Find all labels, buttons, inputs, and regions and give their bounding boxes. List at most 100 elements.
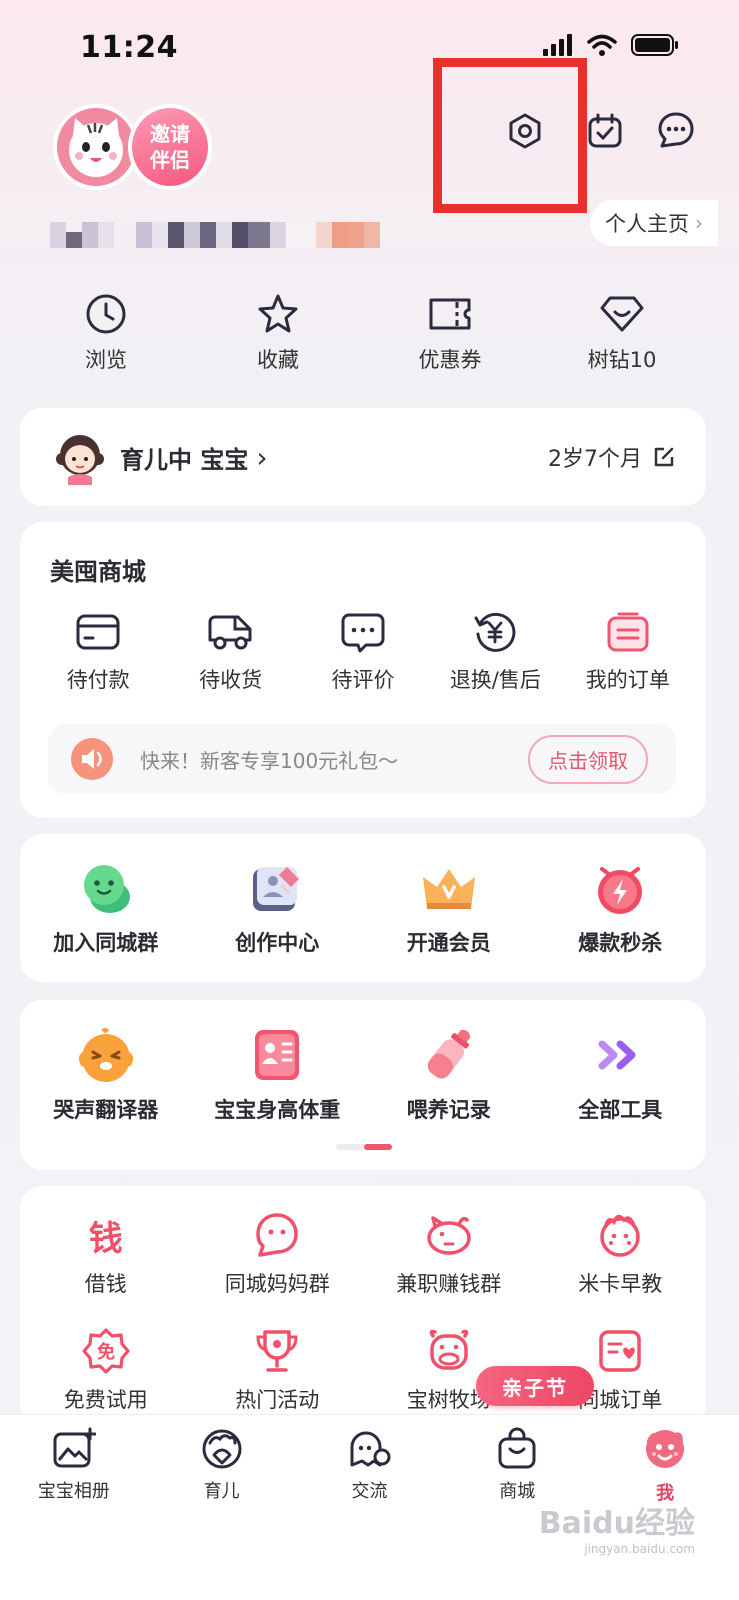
tab-album[interactable]: 宝宝相册 [9,1427,139,1600]
invite-line2: 伴侣 [150,148,190,172]
feature-creator-center[interactable]: 创作中心 [193,859,361,957]
quick-link-label: 浏览 [85,348,127,372]
baby-age-text: 2岁7个月 [548,447,642,472]
shopping-bag-icon [498,1427,536,1469]
order-label: 待付款 [66,668,130,692]
festival-badge[interactable]: 亲子节 [476,1366,594,1406]
svg-text:免: 免 [97,1341,115,1363]
baby-avatar [56,435,104,485]
baby-age[interactable]: 2岁7个月 [548,441,676,473]
cow-icon [429,1329,469,1370]
height-weight-icon [255,1030,300,1080]
piggy-bank-icon [427,1216,471,1255]
clock-icon [86,294,126,334]
highlight-box [433,58,587,213]
feature-label: 开通会员 [406,931,491,955]
claim-button[interactable]: 点击领取 [528,734,648,784]
feature-label: 加入同城群 [53,931,159,955]
service-mom-group[interactable]: 同城妈妈群 [193,1210,361,1298]
trophy-icon [256,1330,298,1372]
service-label: 免费试用 [63,1388,148,1412]
invite-line1: 邀请 [150,122,190,146]
order-pending-payment[interactable]: 待付款 [33,610,163,694]
feature-membership[interactable]: 开通会员 [365,859,533,957]
tool-feeding-log[interactable]: 喂养记录 [365,1024,533,1124]
comment-icon [341,613,385,653]
feature-label: 爆款秒杀 [578,931,663,955]
service-label: 热门活动 [235,1388,320,1412]
watermark: Baidu经验 jingyan.baidu.com [539,1498,695,1556]
order-label: 我的订单 [585,668,670,692]
order-all[interactable]: 我的订单 [563,610,693,694]
tab-label: 商城 [499,1481,536,1502]
create-icon [253,867,300,911]
service-label: 借钱 [84,1272,127,1296]
avatar[interactable] [53,104,139,190]
feature-flash-sale[interactable]: 爆款秒杀 [536,859,704,957]
order-label: 待评价 [331,668,395,692]
service-label: 同城妈妈群 [224,1272,330,1296]
mall-card: 美囤商城 待付款 待收货 待评价 退换/售后 我的订单 快来！新客专享100元礼… [20,522,706,818]
me-icon [646,1430,685,1468]
quick-link-history[interactable]: 浏览 [20,292,192,374]
baby-face-icon [600,1214,640,1257]
calendar-check-icon [588,113,622,148]
free-badge-icon: 免 [82,1328,130,1374]
diamond-icon [600,296,644,332]
tool-label: 哭声翻译器 [53,1098,159,1122]
order-pending-review[interactable]: 待评价 [298,610,428,694]
battery-icon [631,34,678,56]
service-parttime-group[interactable]: 兼职赚钱群 [365,1210,533,1298]
quick-link-label: 树钻10 [587,348,657,372]
tool-label: 宝宝身高体重 [214,1098,341,1122]
order-refund[interactable]: 退换/售后 [430,610,560,694]
quick-link-label: 优惠券 [418,348,482,372]
quick-links: 浏览 收藏 优惠券 树钻10 [20,292,720,374]
tool-all-tools[interactable]: 全部工具 [536,1024,704,1124]
refund-icon [474,612,516,652]
tool-label: 全部工具 [578,1098,663,1122]
service-free-trial[interactable]: 免 免费试用 [22,1326,190,1414]
tool-card: 哭声翻译器 宝宝身高体重 喂养记录 全部工具 [20,1000,706,1170]
local-order-icon [599,1330,641,1372]
tab-parenting[interactable]: 育儿 [157,1427,287,1600]
crown-icon [422,869,475,909]
tool-cry-translator[interactable]: 哭声翻译器 [22,1024,190,1124]
calendar-button[interactable] [580,106,630,156]
baby-status: 育儿中 宝宝 [120,445,249,474]
wifi-icon [587,34,617,56]
money-icon: 钱 [88,1218,123,1259]
messages-button[interactable] [650,104,702,156]
service-label: 米卡早教 [578,1272,663,1296]
quick-link-label: 收藏 [257,348,299,372]
quick-link-diamonds[interactable]: 树钻10 [536,292,708,374]
invite-partner-button[interactable]: 邀请 伴侣 [128,104,212,190]
chat-ghost-icon [350,1431,391,1467]
service-card: 钱 借钱 同城妈妈群 兼职赚钱群 米卡早教 免 免费试用 热门活动 宝树牧场 同… [20,1186,706,1426]
order-pending-receipt[interactable]: 待收货 [166,610,296,694]
order-list-icon [607,612,649,652]
truck-icon [208,615,252,650]
cry-translator-icon [78,1028,133,1082]
tab-community[interactable]: 交流 [304,1427,434,1600]
tool-height-weight[interactable]: 宝宝身高体重 [193,1024,361,1124]
promo-banner[interactable]: 快来！新客专享100元礼包～ 点击领取 [48,724,676,794]
signal-icon [543,34,572,56]
service-row-1: 钱 借钱 同城妈妈群 兼职赚钱群 米卡早教 [20,1210,706,1298]
double-arrow-icon [598,1040,636,1070]
quick-link-coupons[interactable]: 优惠券 [364,292,536,374]
promo-text: 快来！新客专享100元礼包～ [140,748,399,773]
status-time: 11:24 [80,30,178,65]
service-borrow[interactable]: 钱 借钱 [22,1210,190,1298]
baby-card[interactable]: 育儿中 宝宝 › 2岁7个月 [20,408,706,506]
mom-group-icon [256,1213,298,1257]
watermark-brand: Baidu经验 [538,1506,695,1541]
tool-row: 哭声翻译器 宝宝身高体重 喂养记录 全部工具 [20,1024,706,1124]
feature-join-group[interactable]: 加入同城群 [22,859,190,957]
profile-link[interactable]: 个人主页 › [590,200,718,246]
bottle-icon [427,1029,471,1079]
service-hot-events[interactable]: 热门活动 [193,1326,361,1414]
quick-link-favorites[interactable]: 收藏 [192,292,364,374]
service-mika-education[interactable]: 米卡早教 [536,1210,704,1298]
service-row-2: 免 免费试用 热门活动 宝树牧场 同城订单 [20,1326,706,1414]
